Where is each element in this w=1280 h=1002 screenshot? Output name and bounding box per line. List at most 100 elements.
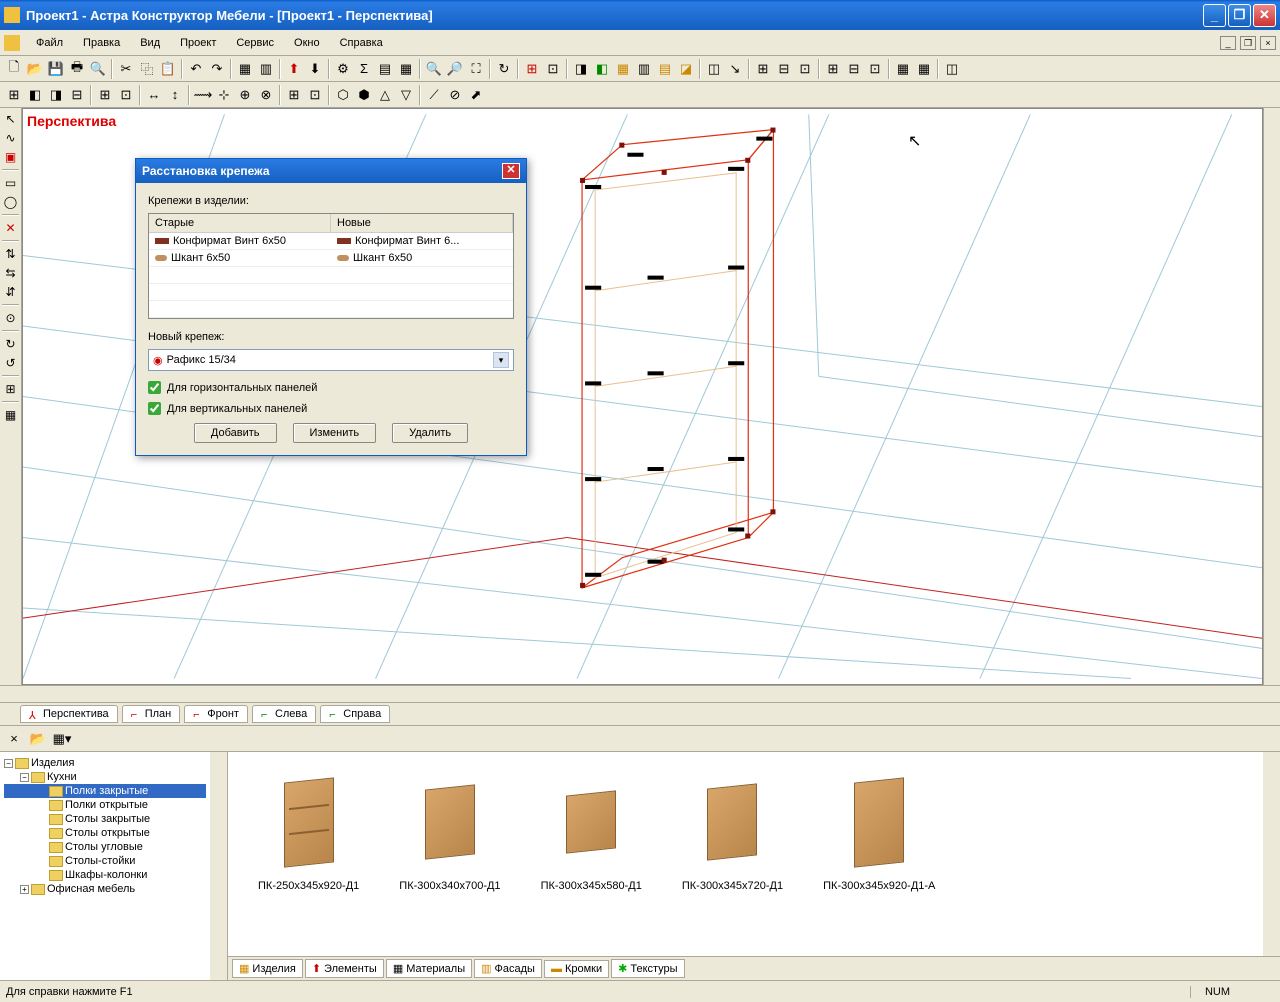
tool-icon[interactable]: ⟋ (424, 85, 444, 105)
tool-icon[interactable]: ⊡ (305, 85, 325, 105)
tool-icon[interactable]: ⊟ (774, 59, 794, 79)
zoom-fit-icon[interactable]: ⛶ (466, 59, 486, 79)
cat-tab-elements[interactable]: ⬆Элементы (305, 959, 384, 978)
new-icon[interactable]: 🗋 (4, 59, 24, 79)
maximize-button[interactable]: ❐ (1228, 4, 1251, 27)
tool-icon[interactable]: ⊡ (116, 85, 136, 105)
add-button[interactable]: Добавить (194, 423, 277, 443)
tool-icon[interactable]: ⊞ (4, 85, 24, 105)
catalog-item[interactable]: ПК-300x340x700-Д1 (399, 772, 500, 936)
tool-icon[interactable]: ⊟ (844, 59, 864, 79)
tool-icon[interactable]: ⬇ (305, 59, 325, 79)
open-icon[interactable]: 📂 (25, 59, 45, 79)
tree-item[interactable]: Полки открытые (4, 798, 206, 812)
table-row[interactable]: Шкант 6x50 Шкант 6x50 (149, 250, 513, 267)
tool-icon[interactable]: ⊙ (2, 309, 20, 327)
tool-icon[interactable]: ▽ (396, 85, 416, 105)
tree-view[interactable]: −Изделия −Кухни Полки закрытые Полки отк… (0, 752, 210, 980)
tool-icon[interactable]: ⇆ (2, 264, 20, 282)
tree-item[interactable]: Шкафы-колонки (4, 868, 206, 882)
tool-icon[interactable]: ⊞ (522, 59, 542, 79)
catalog-item[interactable]: ПК-300x345x920-Д1-А (823, 772, 935, 936)
tool-icon[interactable]: ⊡ (795, 59, 815, 79)
tool-icon[interactable]: ✕ (2, 219, 20, 237)
tool-icon[interactable]: ↻ (2, 335, 20, 353)
cut-icon[interactable]: ✂ (116, 59, 136, 79)
tool-icon[interactable]: ⚙ (333, 59, 353, 79)
tool-icon[interactable]: ⊘ (445, 85, 465, 105)
undo-icon[interactable]: ↶ (186, 59, 206, 79)
tool-icon[interactable]: ▦ (2, 406, 20, 424)
tool-icon[interactable]: ▤ (655, 59, 675, 79)
tool-icon[interactable]: ⊞ (753, 59, 773, 79)
tree-item[interactable]: Столы угловые (4, 840, 206, 854)
cat-tab-textures[interactable]: ✱Текстуры (611, 959, 684, 978)
tool-icon[interactable]: ▦ (396, 59, 416, 79)
fastener-combo[interactable]: ◉ Рафикс 15/34 ▾ (148, 349, 514, 371)
menu-help[interactable]: Справка (330, 34, 393, 52)
menu-edit[interactable]: Правка (73, 34, 130, 52)
cat-tab-products[interactable]: ▦Изделия (232, 959, 303, 978)
tool-icon[interactable]: ↻ (494, 59, 514, 79)
tool-icon[interactable]: ⟿ (193, 85, 213, 105)
cat-tab-edges[interactable]: ▬Кромки (544, 960, 609, 978)
tree-item[interactable]: Столы открытые (4, 826, 206, 840)
zoom-out-icon[interactable]: 🔎 (445, 59, 465, 79)
col-old[interactable]: Старые (149, 214, 331, 232)
tool-icon[interactable]: ▣ (2, 148, 20, 166)
print-icon[interactable]: 🖶 (67, 59, 87, 79)
tool-icon[interactable]: ▦ (893, 59, 913, 79)
tab-front[interactable]: ⌐Фронт (184, 705, 248, 723)
copy-icon[interactable]: ⿻ (137, 59, 157, 79)
view-mode-icon[interactable]: ▦▾ (52, 729, 72, 749)
tool-icon[interactable]: ⊡ (865, 59, 885, 79)
tool-icon[interactable]: ▦ (235, 59, 255, 79)
menu-window[interactable]: Окно (284, 34, 330, 52)
tool-icon[interactable]: ▥ (634, 59, 654, 79)
tool-icon[interactable]: ⊟ (67, 85, 87, 105)
expand-icon[interactable]: + (20, 885, 29, 894)
tool-icon[interactable]: ◯ (2, 193, 20, 211)
chevron-down-icon[interactable]: ▾ (493, 352, 509, 368)
tool-icon[interactable]: ⬢ (354, 85, 374, 105)
tool-icon[interactable]: ⊗ (256, 85, 276, 105)
tool-icon[interactable]: ◫ (704, 59, 724, 79)
tab-perspective[interactable]: ⅄Перспектива (20, 705, 118, 723)
tool-icon[interactable]: ▦ (613, 59, 633, 79)
tool-icon[interactable]: ⊞ (823, 59, 843, 79)
tool-icon[interactable]: ⊹ (214, 85, 234, 105)
minimize-button[interactable]: _ (1203, 4, 1226, 27)
tool-icon[interactable]: ◨ (46, 85, 66, 105)
save-icon[interactable]: 💾 (46, 59, 66, 79)
tool-icon[interactable]: ◧ (592, 59, 612, 79)
tool-icon[interactable]: ⊞ (95, 85, 115, 105)
scrollbar-horizontal[interactable] (0, 685, 1280, 702)
table-row[interactable]: Конфирмат Винт 6x50 Конфирмат Винт 6... (149, 233, 513, 250)
menu-service[interactable]: Сервис (226, 34, 284, 52)
mdi-restore[interactable]: ❐ (1240, 36, 1256, 50)
catalog-item[interactable]: ПК-250x345x920-Д1 (258, 772, 359, 936)
tool-icon[interactable]: ⊕ (235, 85, 255, 105)
tree-item-selected[interactable]: Полки закрытые (4, 784, 206, 798)
tool-icon[interactable]: ⊡ (543, 59, 563, 79)
tool-icon[interactable]: ⊞ (2, 380, 20, 398)
mdi-close[interactable]: × (1260, 36, 1276, 50)
menu-view[interactable]: Вид (130, 34, 170, 52)
tool-icon[interactable]: ↔ (144, 85, 164, 105)
tool-icon[interactable]: ▦ (914, 59, 934, 79)
tool-icon[interactable]: ↘ (725, 59, 745, 79)
preview-icon[interactable]: 🔍 (88, 59, 108, 79)
delete-button[interactable]: Удалить (392, 423, 468, 443)
menu-project[interactable]: Проект (170, 34, 226, 52)
open-folder-icon[interactable]: 📂 (28, 729, 48, 749)
tool-icon[interactable]: ◪ (676, 59, 696, 79)
col-new[interactable]: Новые (331, 214, 513, 232)
tool-icon[interactable]: ▭ (2, 174, 20, 192)
paste-icon[interactable]: 📋 (158, 59, 178, 79)
tool-icon[interactable]: ↕ (165, 85, 185, 105)
edit-button[interactable]: Изменить (293, 423, 377, 443)
menu-file[interactable]: Файл (26, 34, 73, 52)
tool-icon[interactable]: ◨ (571, 59, 591, 79)
tool-icon[interactable]: ⇵ (2, 283, 20, 301)
tool-icon[interactable]: △ (375, 85, 395, 105)
